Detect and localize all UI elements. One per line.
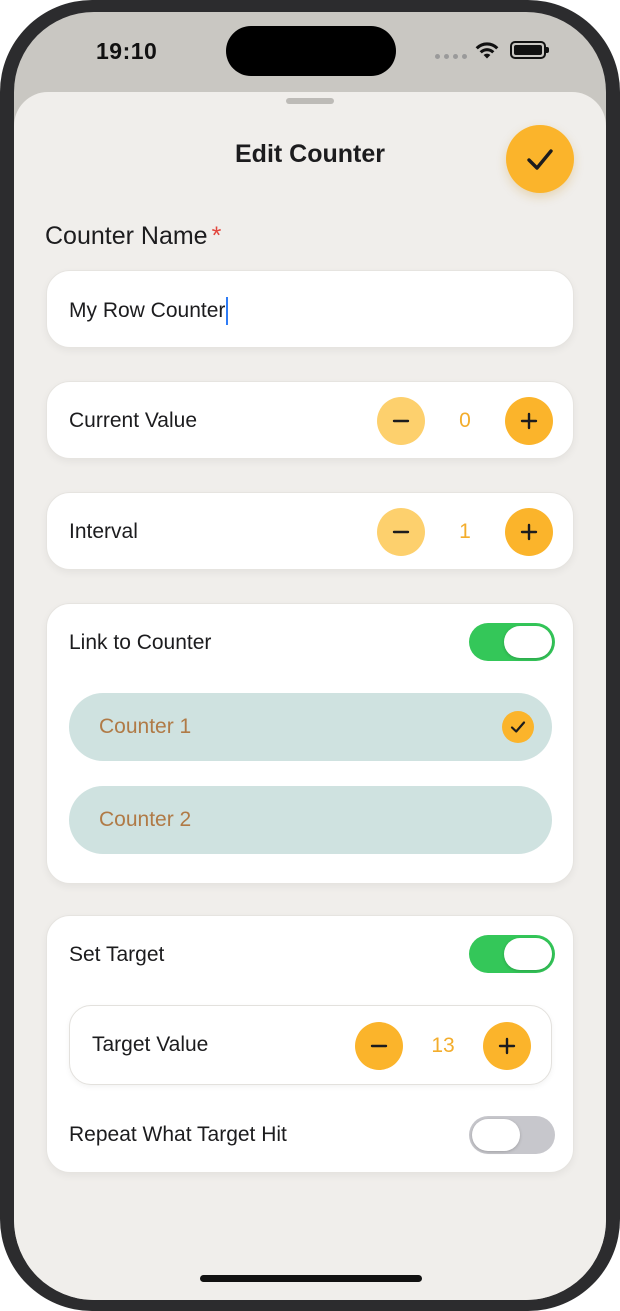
repeat-target-label: Repeat What Target Hit	[69, 1123, 287, 1146]
counter-name-value: My Row Counter	[69, 299, 226, 322]
toggle-knob	[472, 1119, 520, 1151]
minus-icon	[370, 1044, 388, 1048]
interval-increment-button[interactable]	[505, 508, 553, 556]
counter-option[interactable]: Counter 2	[69, 786, 552, 854]
status-time: 19:10	[96, 38, 158, 64]
target-value-label: Target Value	[92, 1033, 209, 1056]
current-value-label: Current Value	[69, 409, 198, 432]
wifi-icon	[475, 42, 499, 59]
text-cursor	[226, 297, 229, 325]
counter-option-label: Counter 1	[99, 715, 192, 738]
required-mark: *	[211, 222, 222, 250]
current-value-row: Current Value 0	[46, 381, 574, 459]
home-indicator	[200, 1275, 422, 1282]
counter-name-label: Counter Name *	[45, 222, 222, 250]
cellular-signal-icon	[435, 54, 467, 59]
confirm-button[interactable]	[506, 125, 574, 193]
current-value-increment-button[interactable]	[505, 397, 553, 445]
repeat-target-toggle[interactable]	[469, 1116, 555, 1154]
selected-check	[502, 711, 534, 743]
target-value-display: 13	[431, 1034, 455, 1057]
interval-row: Interval 1	[46, 492, 574, 570]
counter-name-input[interactable]: My Row Counter	[69, 297, 229, 325]
checkmark-icon	[510, 721, 526, 733]
toggle-knob	[504, 626, 552, 658]
interval-label: Interval	[69, 520, 138, 543]
minus-icon	[392, 530, 410, 534]
plus-icon	[520, 412, 538, 430]
current-value-stepper: 0	[377, 397, 553, 445]
dynamic-island	[226, 26, 396, 76]
interval-decrement-button[interactable]	[377, 508, 425, 556]
target-value-decrement-button[interactable]	[355, 1022, 403, 1070]
set-target-toggle[interactable]	[469, 935, 555, 973]
interval-display: 1	[459, 520, 471, 543]
link-to-counter-card: Link to Counter Counter 1 Counter 2	[46, 603, 574, 884]
counter-option[interactable]: Counter 1	[69, 693, 552, 761]
current-value-decrement-button[interactable]	[377, 397, 425, 445]
set-target-label: Set Target	[69, 943, 165, 966]
interval-stepper: 1	[377, 508, 553, 556]
counter-name-field[interactable]: My Row Counter	[46, 270, 574, 348]
battery-icon	[510, 41, 549, 59]
target-value-row: Target Value 13	[69, 1005, 552, 1085]
phone-frame: 19:10 Edit Counter Counter Name * My Row…	[0, 0, 620, 1311]
toggle-knob	[504, 938, 552, 970]
current-value-display: 0	[459, 409, 471, 432]
link-to-counter-label: Link to Counter	[69, 631, 212, 654]
screen: 19:10 Edit Counter Counter Name * My Row…	[14, 12, 606, 1300]
plus-icon	[498, 1037, 516, 1055]
plus-icon	[520, 523, 538, 541]
set-target-card: Set Target Target Value 13 Repeat What T…	[46, 915, 574, 1173]
minus-icon	[392, 419, 410, 423]
target-value-stepper: 13	[355, 1022, 531, 1070]
sheet-grabber[interactable]	[286, 98, 334, 104]
checkmark-icon	[527, 149, 553, 170]
counter-option-label: Counter 2	[99, 808, 192, 831]
link-to-counter-toggle[interactable]	[469, 623, 555, 661]
target-value-increment-button[interactable]	[483, 1022, 531, 1070]
edit-counter-sheet: Edit Counter Counter Name * My Row Counte…	[14, 92, 606, 1300]
